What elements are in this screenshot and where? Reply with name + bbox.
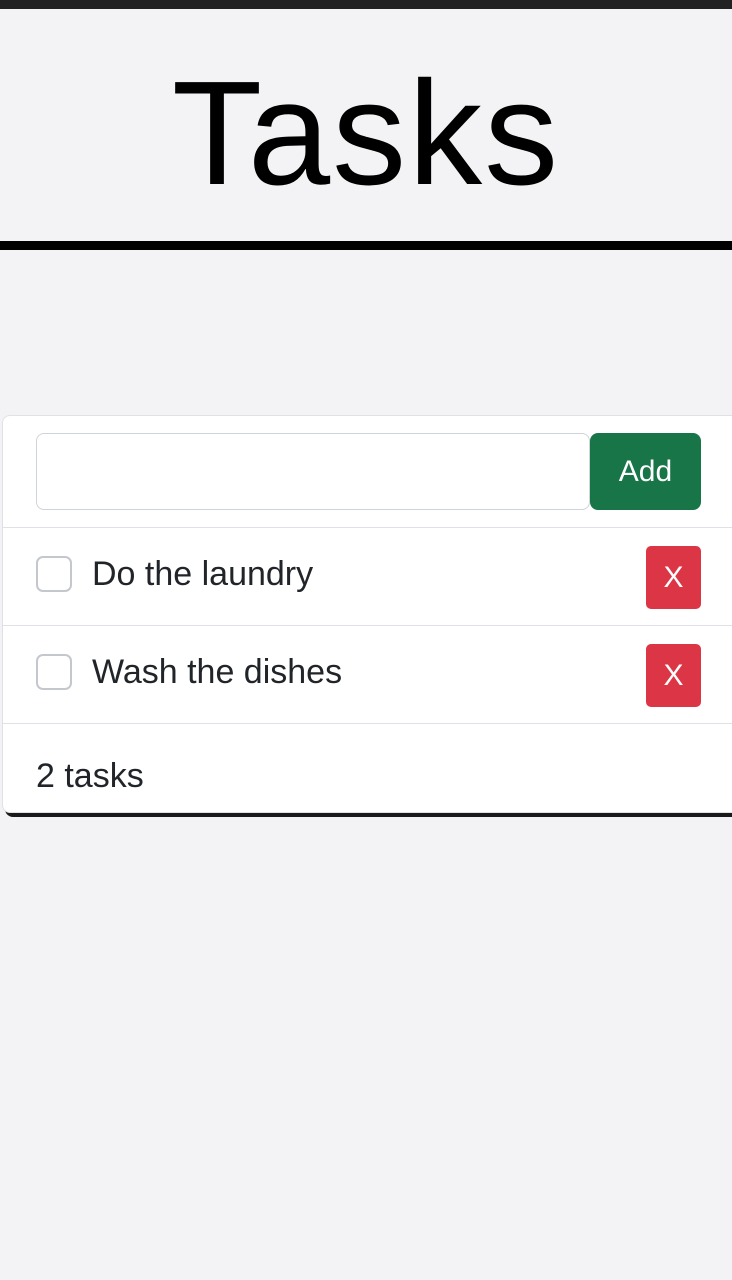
task-footer: 2 tasks	[3, 724, 732, 814]
delete-task-button[interactable]: X	[646, 546, 701, 609]
task-checkbox[interactable]	[36, 654, 72, 690]
task-checkbox[interactable]	[36, 556, 72, 592]
task-card: Add Do the laundry X Wash the dishes X 2…	[2, 415, 732, 813]
add-task-button[interactable]: Add	[590, 433, 701, 510]
header-divider	[0, 241, 732, 250]
top-bar	[0, 0, 732, 9]
task-label: Wash the dishes	[92, 653, 343, 691]
delete-task-button[interactable]: X	[646, 644, 701, 707]
task-item: Wash the dishes X	[3, 626, 732, 724]
app-header: Tasks	[0, 9, 732, 241]
task-count: 2 tasks	[36, 757, 144, 795]
task-label: Do the laundry	[92, 555, 314, 593]
new-task-input[interactable]	[36, 433, 590, 510]
task-item: Do the laundry X	[3, 528, 732, 626]
new-task-row: Add	[3, 416, 732, 528]
page-title: Tasks	[171, 51, 561, 216]
